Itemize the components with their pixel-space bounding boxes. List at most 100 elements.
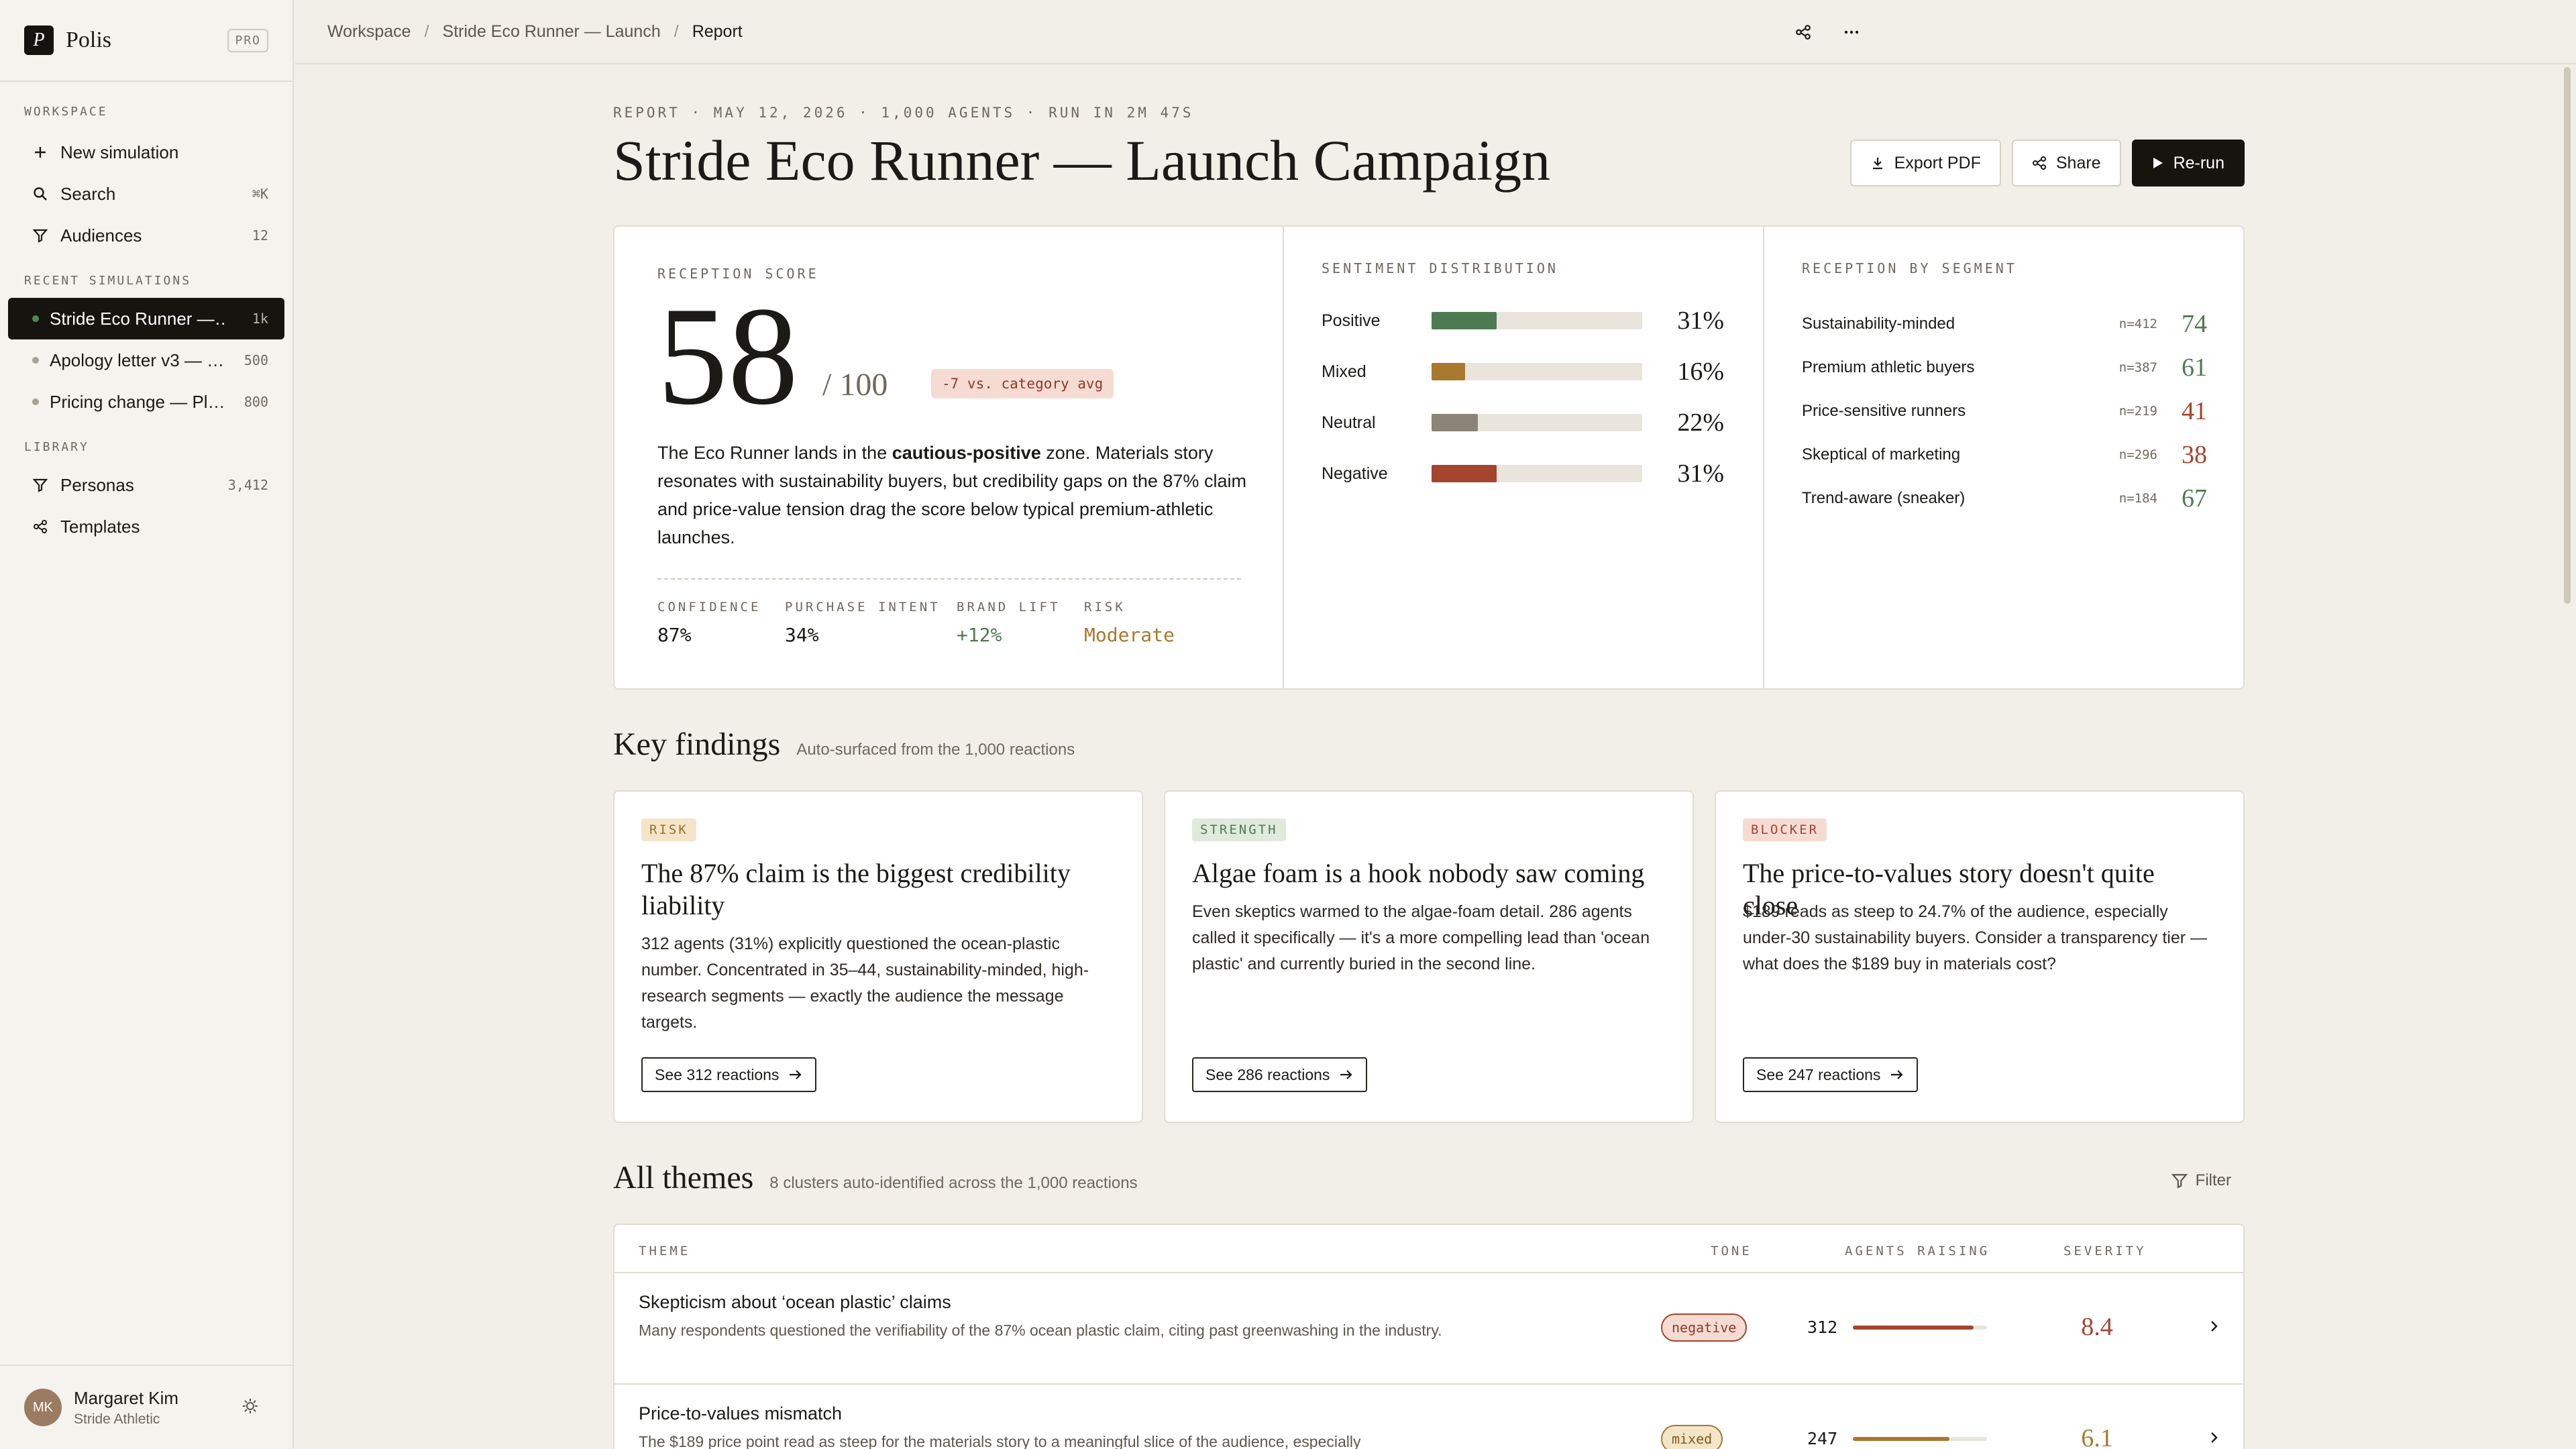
status-dot: [32, 357, 39, 364]
sentiment-row: Negative 31%: [1322, 460, 1724, 488]
breadcrumb-current: Report: [692, 21, 743, 41]
finding-badge: STRENGTH: [1192, 818, 1286, 841]
stat-value: +12%: [957, 624, 1002, 646]
rerun-button[interactable]: Re-run: [2131, 140, 2245, 186]
segment-n: n=387: [2118, 360, 2157, 375]
sentiment-bar: [1432, 312, 1497, 329]
score-out-of: / 100: [822, 367, 888, 402]
segment-score: 41: [2182, 397, 2207, 425]
agents-bar: [1853, 1326, 1974, 1330]
sidebar-item-recent-pricing[interactable]: Pricing change — Pl… 800: [8, 381, 284, 423]
see-reactions-button[interactable]: See 286 reactions: [1192, 1057, 1368, 1092]
breadcrumb-separator: /: [424, 21, 429, 41]
section-title: Key findings: [613, 727, 781, 762]
plus-icon: [32, 144, 48, 160]
sidebar-item-recent-apology[interactable]: Apology letter v3 — … 500: [8, 339, 284, 381]
stat-label: RISK: [1084, 600, 1126, 614]
column-header-theme: THEME: [639, 1244, 691, 1258]
summary-text: The Eco Runner lands in the: [657, 443, 892, 463]
column-header-severity: SEVERITY: [2063, 1244, 2147, 1258]
button-label: Re-run: [2173, 153, 2224, 172]
stat-label: BRAND LIFT: [957, 600, 1061, 614]
finding-badge: BLOCKER: [1743, 818, 1827, 841]
sidebar: P Polis PRO WORKSPACE New simulation Sea…: [0, 0, 294, 1449]
status-dot: [32, 398, 39, 405]
finding-card-strength: STRENGTH Algae foam is a hook nobody saw…: [1164, 790, 1694, 1123]
stat-value: Moderate: [1084, 624, 1175, 646]
tone-badge: negative: [1661, 1313, 1748, 1342]
filter-button[interactable]: Filter: [2171, 1171, 2231, 1190]
share-button[interactable]: Share: [2011, 140, 2121, 186]
see-reactions-button[interactable]: See 247 reactions: [1743, 1057, 1919, 1092]
severity-score: 8.4: [2081, 1313, 2113, 1341]
sentiment-name: Neutral: [1322, 413, 1376, 432]
column-header-tone: TONE: [1711, 1244, 1752, 1258]
item-count: 500: [244, 352, 268, 368]
share-icon: [2032, 156, 2046, 170]
theme-name: Price-to-values mismatch: [639, 1403, 843, 1424]
table-row[interactable]: Price-to-values mismatch The $189 price …: [614, 1383, 2243, 1449]
item-count: 3,412: [227, 477, 268, 493]
more-icon[interactable]: [1839, 20, 1864, 44]
sentiment-track: [1432, 312, 1642, 329]
shortcut-hint: ⌘K: [252, 186, 268, 202]
stat-label: PURCHASE INTENT: [785, 600, 941, 614]
segment-name: Skeptical of marketing: [1802, 445, 1961, 464]
agents-bar: [1853, 1437, 1949, 1441]
search-icon: [32, 186, 48, 202]
sentiment-track: [1432, 414, 1642, 431]
sentiment-track: [1432, 465, 1642, 482]
segment-score: 67: [2182, 484, 2207, 513]
see-reactions-button[interactable]: See 312 reactions: [641, 1057, 817, 1092]
delta-badge: -7 vs. category avg: [931, 369, 1114, 398]
sentiment-name: Negative: [1322, 464, 1388, 483]
breadcrumb-simulation[interactable]: Stride Eco Runner — Launch: [443, 22, 661, 42]
segment-row: Price-sensitive runners n=219 41: [1802, 394, 2207, 428]
theme-toggle-icon[interactable]: [241, 1397, 259, 1418]
filter-icon: [2171, 1174, 2188, 1189]
item-count: 1k: [252, 311, 268, 327]
sidebar-item-audiences[interactable]: Audiences 12: [8, 215, 284, 256]
segment-label: RECEPTION BY SEGMENT: [1802, 260, 2017, 276]
item-count: 12: [252, 227, 268, 244]
stat-value: 87%: [657, 624, 692, 646]
sidebar-item-label: Stride Eco Runner —…: [50, 308, 224, 329]
sidebar-item-templates[interactable]: Templates: [8, 506, 284, 547]
breadcrumb-workspace[interactable]: Workspace: [327, 22, 411, 42]
segment-n: n=219: [2118, 404, 2157, 419]
app-name: Polis: [66, 28, 112, 52]
theme-description: Many respondents questioned the verifiab…: [639, 1322, 1442, 1339]
report-actions: Export PDF Share Re-run: [1849, 140, 2245, 186]
play-icon: [2153, 158, 2163, 168]
sidebar-item-label: New simulation: [60, 142, 179, 162]
finding-badge: RISK: [641, 818, 696, 841]
share-icon[interactable]: [1791, 20, 1815, 44]
report-meta: REPORT · MAY 12, 2026 · 1,000 AGENTS · R…: [613, 105, 1194, 121]
user-profile[interactable]: MK Margaret Kim Stride Athletic: [0, 1364, 292, 1449]
button-label: See 312 reactions: [655, 1065, 780, 1083]
scrollbar[interactable]: [2564, 67, 2571, 604]
chevron-right-icon[interactable]: [2210, 1319, 2219, 1337]
sentiment-panel: SENTIMENT DISTRIBUTION Positive 31% Mixe…: [1284, 227, 1764, 688]
avatar: MK: [24, 1389, 62, 1426]
app-logo: P: [24, 25, 54, 55]
agents-track: [1853, 1437, 1987, 1441]
sidebar-item-personas[interactable]: Personas 3,412: [8, 464, 284, 506]
user-name: Margaret Kim: [74, 1387, 179, 1408]
sentiment-bar: [1432, 465, 1497, 482]
export-pdf-button[interactable]: Export PDF: [1849, 140, 2001, 186]
button-label: See 247 reactions: [1756, 1065, 1881, 1083]
chevron-right-icon[interactable]: [2210, 1430, 2219, 1448]
arrow-right-icon: [1891, 1070, 1903, 1079]
summary-card: RECEPTION SCORE 58 / 100 -7 vs. category…: [613, 225, 2245, 690]
brand-header: P Polis PRO: [0, 0, 292, 82]
segment-n: n=412: [2118, 317, 2157, 331]
agents-count: 247: [1807, 1429, 1838, 1448]
sidebar-item-recent-stride[interactable]: Stride Eco Runner —… 1k: [8, 298, 284, 339]
table-row[interactable]: Skepticism about ‘ocean plastic’ claims …: [614, 1272, 2243, 1383]
finding-card-blocker: BLOCKER The price-to-values story doesn'…: [1715, 790, 2245, 1123]
finding-title: The 87% claim is the biggest credibility…: [641, 858, 1071, 920]
sidebar-item-new-simulation[interactable]: New simulation: [8, 131, 284, 173]
sidebar-item-search[interactable]: Search ⌘K: [8, 173, 284, 215]
download-icon: [1872, 158, 1882, 170]
